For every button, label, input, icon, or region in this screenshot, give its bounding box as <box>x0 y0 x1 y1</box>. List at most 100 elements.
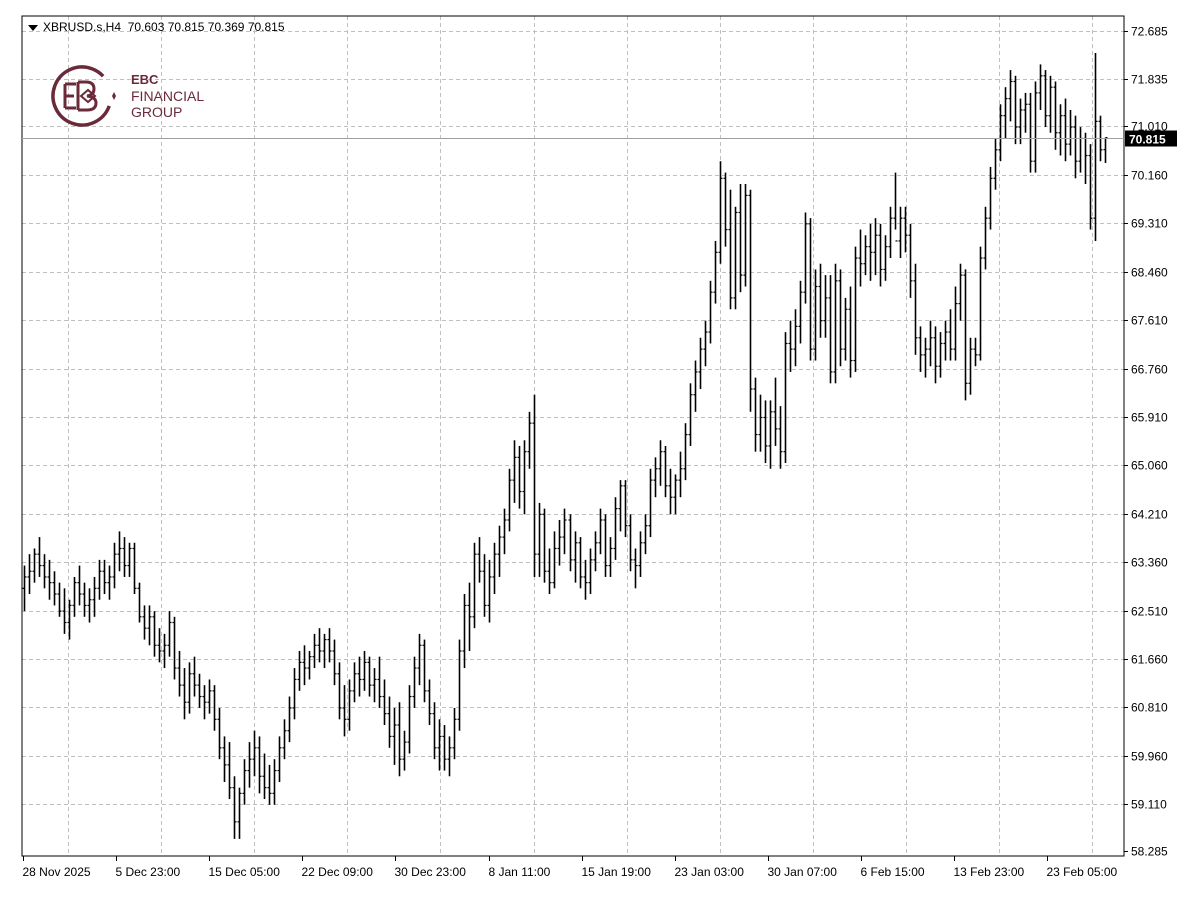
ohlc-bar <box>853 246 858 372</box>
ohlc-bar <box>888 206 893 259</box>
ohlc-bar <box>1068 109 1073 156</box>
ohlc-bar <box>172 616 177 680</box>
ohlc-bar <box>1083 132 1088 184</box>
ohlc-bar <box>307 650 312 680</box>
ohlc-bar <box>1053 81 1058 150</box>
x-tick-label: 22 Dec 09:00 <box>302 865 374 879</box>
ohlc-bar <box>668 468 673 515</box>
ohlc-bar <box>813 269 818 361</box>
ohlc-bar <box>127 542 132 577</box>
y-tick-label: 64.210 <box>1131 508 1168 522</box>
ohlc-bar <box>698 337 703 390</box>
ohlc-bar <box>778 406 783 469</box>
chart-area: 72.685 71.835 71.010 70.160 69.310 68.460 67.6… <box>0 0 1200 896</box>
ohlc-bar <box>237 787 242 839</box>
ohlc-bar <box>1013 75 1018 145</box>
ohlc-bar <box>227 742 232 800</box>
ohlc-bar <box>858 229 863 287</box>
ohlc-bar <box>132 542 137 595</box>
ohlc-bar <box>823 275 828 338</box>
y-tick-label: 65.910 <box>1131 411 1168 425</box>
ohlc-bar <box>562 508 567 555</box>
ohlc-bar <box>97 559 102 600</box>
ohlc-bar <box>648 468 653 538</box>
ohlc-bar <box>527 411 532 469</box>
ohlc-bar <box>422 639 427 703</box>
ohlc-bar <box>718 161 723 264</box>
ohlc-bar <box>1003 87 1008 139</box>
ohlc-bar <box>152 611 157 657</box>
x-tick-label: 23 Jan 03:00 <box>675 865 745 879</box>
ohlc-bar <box>297 650 302 691</box>
ohlc-bar <box>352 662 357 703</box>
x-tick-label: 30 Dec 23:00 <box>395 865 467 879</box>
x-tick-label: 5 Dec 23:00 <box>116 865 181 879</box>
ohlc-bar <box>317 628 322 663</box>
x-tick-label: 8 Jan 11:00 <box>489 865 551 879</box>
ohlc-bar <box>122 537 127 577</box>
ohlc-bar <box>452 707 457 760</box>
ohlc-bar <box>583 559 588 600</box>
ohlc-bar <box>142 605 147 640</box>
ohlc-bar <box>673 474 678 515</box>
ohlc-bar <box>397 702 402 777</box>
ohlc-bar <box>1043 70 1048 128</box>
ohlc-bar <box>593 531 598 572</box>
ohlc-bar <box>693 360 698 412</box>
ohlc-bar <box>157 628 162 663</box>
ohlc-bar <box>1008 70 1013 122</box>
ohlc-bar <box>467 582 472 651</box>
ohlc-bar <box>873 218 878 276</box>
ohlc-bar <box>287 696 292 743</box>
ohlc-bar <box>92 576 97 617</box>
ohlc-bar <box>578 537 583 589</box>
ohlc-bar <box>768 400 773 469</box>
ohlc-bar <box>557 520 562 566</box>
ohlc-bar <box>783 332 788 464</box>
ohlc-bar <box>688 383 693 446</box>
ohlc-bar <box>683 423 688 481</box>
x-tick-label: 15 Dec 05:00 <box>209 865 281 879</box>
ohlc-bar <box>542 508 547 583</box>
ohlc-bar <box>247 742 252 788</box>
ohlc-bar <box>723 172 728 247</box>
ohlc-bar <box>47 559 52 600</box>
ohlc-bar <box>362 650 367 691</box>
ohlc-bar <box>257 736 262 794</box>
ohlc-bar <box>497 525 502 577</box>
ohlc-bar <box>908 223 913 298</box>
ohlc-bar <box>623 480 628 538</box>
ohlc-bar <box>598 508 603 555</box>
ohlc-bar <box>137 582 142 623</box>
ohlc-bar <box>963 269 968 401</box>
ohlc-bar <box>793 309 798 367</box>
symbol-header[interactable]: XBRUSD.s,H4 70.603 70.815 70.369 70.815 <box>28 20 285 34</box>
dropdown-triangle-icon[interactable] <box>28 24 38 31</box>
ohlc-bar <box>838 269 843 367</box>
ohlc-values: 70.603 70.815 70.369 70.815 <box>127 20 285 34</box>
ohlc-bar <box>1058 104 1063 156</box>
ohlc-bar <box>442 725 447 771</box>
ohlc-bar <box>347 679 352 731</box>
ohlc-bar <box>22 565 27 612</box>
y-tick-label: 59.110 <box>1131 798 1167 812</box>
ohlc-bar <box>898 206 903 259</box>
chart-svg: 72.68571.83571.01070.16069.31068.46067.6… <box>21 15 1177 879</box>
ohlc-bar <box>417 633 422 686</box>
ohlc-bar <box>663 445 668 498</box>
x-tick-label: 30 Jan 07:00 <box>768 865 838 879</box>
ohlc-bar <box>262 753 267 800</box>
ohlc-bar <box>492 542 497 595</box>
ohlc-bar <box>893 172 898 242</box>
ohlc-bar <box>432 702 437 760</box>
ohlc-bar <box>332 639 337 686</box>
ohlc-bar <box>112 542 117 589</box>
ohlc-bar <box>522 440 527 515</box>
ohlc-bar <box>1018 98 1023 145</box>
ohlc-bar <box>978 246 983 361</box>
ohlc-bar <box>462 594 467 669</box>
ohlc-bar <box>382 679 387 726</box>
ohlc-bar <box>272 759 277 805</box>
ohlc-bar <box>107 565 112 600</box>
logo-line2: GROUP <box>131 104 183 120</box>
